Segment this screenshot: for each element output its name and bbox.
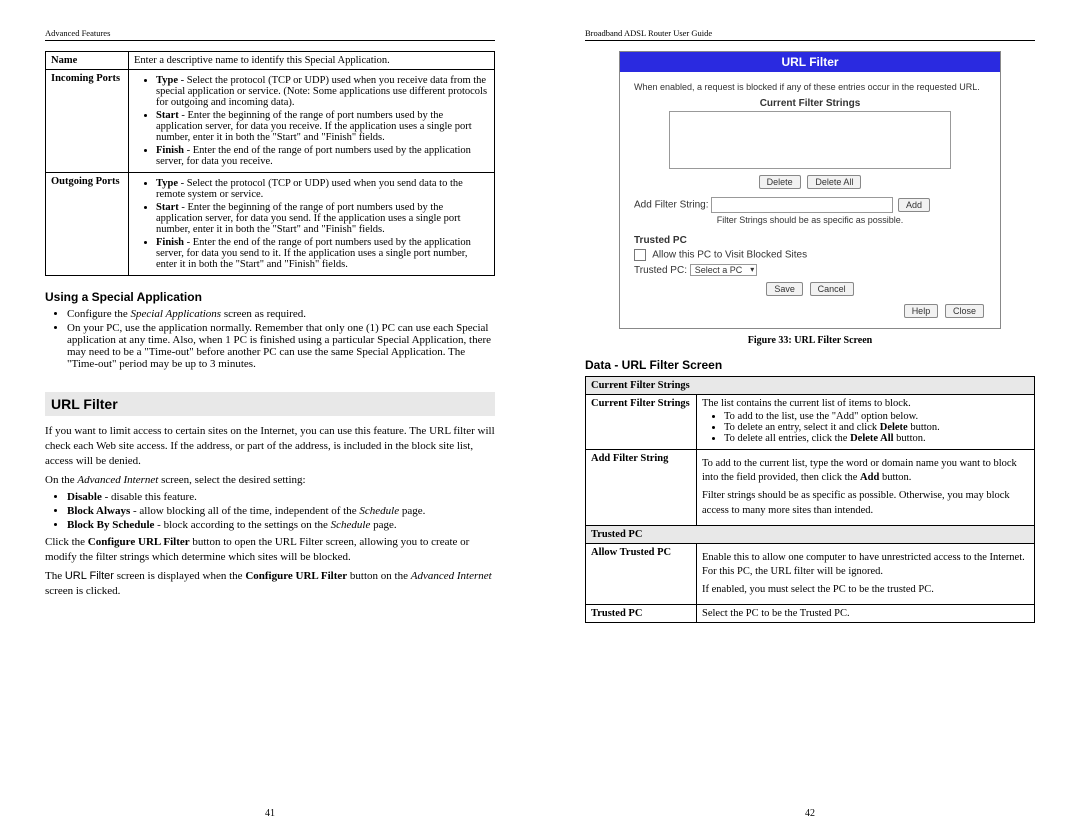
fig-note: When enabled, a request is blocked if an… [634, 82, 986, 92]
delete-button[interactable]: Delete [759, 175, 801, 189]
tbl-allow-label: Allow Trusted PC [586, 543, 697, 605]
tbl-add-desc: To add to the current list, type the wor… [697, 450, 1035, 526]
tbl-current-label: Current Filter Strings [586, 395, 697, 450]
row-in-desc: TypeType - Select the protocol (TCP or U… [129, 70, 495, 173]
data-url-filter-table: Current Filter Strings Current Filter St… [585, 376, 1035, 623]
allow-trusted-label: Allow this PC to Visit Blocked Sites [652, 250, 807, 261]
figure-caption: Figure 33: URL Filter Screen [585, 335, 1035, 346]
add-filter-input[interactable] [711, 197, 893, 213]
tbl-current-desc: The list contains the current list of it… [697, 395, 1035, 450]
page-number-left: 41 [0, 808, 540, 819]
row-name-desc: Enter a descriptive name to identify thi… [129, 52, 495, 70]
url-filter-screenshot: URL Filter When enabled, a request is bl… [619, 51, 1001, 329]
row-name-label: Name [46, 52, 129, 70]
page-number-right: 42 [540, 808, 1080, 819]
tbl-add-label: Add Filter String [586, 450, 697, 526]
trusted-pc-heading: Trusted PC [634, 235, 986, 246]
url-filter-p4: The URL Filter screen is displayed when … [45, 569, 495, 599]
close-button[interactable]: Close [945, 304, 984, 318]
tbl-trusted-desc: Select the PC to be the Trusted PC. [697, 605, 1035, 623]
url-filter-heading: URL Filter [45, 392, 495, 416]
add-button[interactable]: Add [898, 198, 930, 212]
row-out-desc: Type - Select the protocol (TCP or UDP) … [129, 173, 495, 276]
tbl-section-current: Current Filter Strings [586, 377, 1035, 395]
page-header-left: Advanced Features [45, 28, 495, 41]
delete-all-button[interactable]: Delete All [807, 175, 861, 189]
help-button[interactable]: Help [904, 304, 939, 318]
page-header-right: Broadband ADSL Router User Guide [585, 28, 1035, 41]
cancel-button[interactable]: Cancel [810, 282, 854, 296]
fig-current-strings-label: Current Filter Strings [634, 98, 986, 109]
url-filter-p1: If you want to limit access to certain s… [45, 424, 495, 469]
tbl-section-trusted: Trusted PC [586, 525, 1035, 543]
row-out-label: Outgoing Ports [46, 173, 129, 276]
trusted-pc-select[interactable]: Select a PC [690, 264, 758, 276]
url-filter-options: Disable - disable this feature. Block Al… [45, 491, 495, 531]
filter-hint: Filter Strings should be as specific as … [634, 215, 986, 225]
special-app-table: Name Enter a descriptive name to identif… [45, 51, 495, 276]
fig-filter-listbox[interactable] [669, 111, 951, 169]
trusted-pc-label: Trusted PC: [634, 265, 687, 276]
tbl-trusted-label: Trusted PC [586, 605, 697, 623]
save-button[interactable]: Save [766, 282, 803, 296]
page-left: Advanced Features Name Enter a descripti… [0, 0, 540, 834]
tbl-allow-desc: Enable this to allow one computer to hav… [697, 543, 1035, 605]
data-url-filter-heading: Data - URL Filter Screen [585, 358, 1035, 372]
url-filter-p3: Click the Configure URL Filter button to… [45, 535, 495, 565]
using-special-heading: Using a Special Application [45, 290, 495, 304]
url-filter-p2: On the Advanced Internet screen, select … [45, 473, 495, 488]
row-in-label: Incoming Ports [46, 70, 129, 173]
fig-title-bar: URL Filter [620, 52, 1000, 72]
allow-trusted-checkbox[interactable] [634, 249, 646, 261]
add-filter-label: Add Filter String: [634, 200, 708, 211]
page-right: Broadband ADSL Router User Guide URL Fil… [540, 0, 1080, 834]
using-special-list: Configure the Special Applications scree… [45, 308, 495, 370]
